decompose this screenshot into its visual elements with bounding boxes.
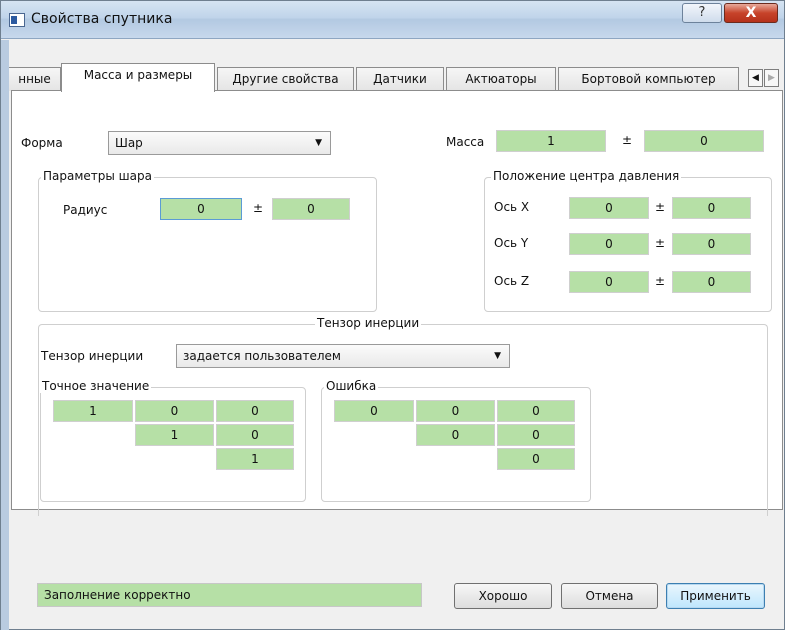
error-cell-13[interactable]: 0 — [497, 400, 575, 422]
exact-value-title: Точное значение — [40, 379, 152, 393]
inertia-group: Тензор инерции Тензор инерции задается п… — [38, 316, 768, 516]
inertia-mode-value: задается пользователем — [183, 349, 341, 363]
axis-y-error-input[interactable]: 0 — [672, 233, 751, 255]
error-title: Ошибка — [324, 379, 379, 393]
axis-y-pm-sign: ± — [655, 236, 666, 250]
axis-z-label: Ось Z — [494, 274, 530, 288]
pressure-center-group: Положение центра давления Ось X 0 ± 0 Ос… — [484, 169, 772, 312]
tab-bar: нные Масса и размеры Другие свойства Дат… — [9, 63, 783, 92]
title-bar[interactable]: Свойства спутника ? X — [1, 1, 784, 39]
dialog-window: Свойства спутника ? X нные Масса и разме… — [0, 0, 785, 630]
shape-combo-value: Шар — [115, 136, 143, 150]
error-cell-33[interactable]: 0 — [497, 448, 575, 470]
sphere-params-title: Параметры шара — [41, 169, 154, 183]
inertia-group-title: Тензор инерции — [315, 316, 422, 330]
axis-x-pm-sign: ± — [655, 200, 666, 214]
tab-data[interactable]: нные — [9, 67, 61, 91]
radius-label: Радиус — [63, 203, 108, 217]
mass-error-input[interactable]: 0 — [644, 130, 764, 152]
mass-label: Масса — [446, 135, 485, 149]
axis-x-input[interactable]: 0 — [569, 197, 649, 219]
ok-button[interactable]: Хорошо — [454, 583, 552, 609]
axis-z-input[interactable]: 0 — [569, 271, 649, 293]
chevron-down-icon: ▼ — [315, 138, 322, 148]
error-cell-12[interactable]: 0 — [416, 400, 495, 422]
axis-y-label: Ось Y — [494, 236, 529, 250]
inertia-combo-label: Тензор инерции — [41, 349, 144, 363]
shape-label: Форма — [21, 136, 63, 150]
mass-pm-sign: ± — [622, 133, 633, 147]
validation-status: Заполнение корректно — [37, 583, 422, 607]
tab-mass-and-size[interactable]: Масса и размеры — [61, 63, 215, 92]
tab-sensors[interactable]: Датчики — [356, 67, 444, 91]
app-icon — [9, 13, 25, 27]
error-cell-22[interactable]: 0 — [416, 424, 495, 446]
axis-x-error-input[interactable]: 0 — [672, 197, 751, 219]
axis-z-pm-sign: ± — [655, 274, 666, 288]
window-side-strip — [1, 40, 9, 630]
error-cell-23[interactable]: 0 — [497, 424, 575, 446]
mass-input[interactable]: 1 — [496, 130, 606, 152]
shape-combo[interactable]: Шар ▼ — [108, 131, 331, 155]
exact-cell-33[interactable]: 1 — [216, 448, 294, 470]
cancel-button[interactable]: Отмена — [561, 583, 658, 609]
sphere-params-group: Параметры шара Радиус 0 ± 0 — [38, 169, 377, 312]
apply-button[interactable]: Применить — [666, 583, 765, 609]
exact-cell-11[interactable]: 1 — [53, 400, 133, 422]
axis-x-label: Ось X — [494, 200, 530, 214]
tab-panel: Форма Шар ▼ Масса 1 ± 0 Параметры шара Р… — [11, 90, 783, 516]
inertia-mode-combo[interactable]: задается пользователем ▼ — [176, 344, 510, 368]
radius-pm-sign: ± — [253, 201, 264, 215]
pressure-center-title: Положение центра давления — [491, 169, 682, 183]
tab-onboard-computer[interactable]: Бортовой компьютер — [558, 67, 739, 91]
tab-other-properties[interactable]: Другие свойства — [217, 67, 354, 91]
chevron-down-icon: ▼ — [494, 351, 501, 361]
exact-cell-12[interactable]: 0 — [135, 400, 214, 422]
close-button[interactable]: X — [724, 3, 778, 23]
axis-y-input[interactable]: 0 — [569, 233, 649, 255]
exact-value-group: Точное значение 1 0 0 1 0 1 — [40, 379, 306, 502]
error-group: Ошибка 0 0 0 0 0 0 — [321, 379, 591, 502]
error-cell-11[interactable]: 0 — [334, 400, 414, 422]
exact-cell-13[interactable]: 0 — [216, 400, 294, 422]
tab-scroll-left-icon[interactable]: ◀ — [748, 69, 763, 87]
tab-scroll-right-icon[interactable]: ▶ — [764, 69, 779, 87]
axis-z-error-input[interactable]: 0 — [672, 271, 751, 293]
radius-input[interactable]: 0 — [160, 198, 242, 220]
help-button[interactable]: ? — [682, 3, 722, 23]
radius-error-input[interactable]: 0 — [272, 198, 350, 220]
tab-actuators[interactable]: Актюаторы — [446, 67, 556, 91]
exact-cell-22[interactable]: 1 — [135, 424, 214, 446]
exact-cell-23[interactable]: 0 — [216, 424, 294, 446]
window-title: Свойства спутника — [31, 11, 173, 27]
